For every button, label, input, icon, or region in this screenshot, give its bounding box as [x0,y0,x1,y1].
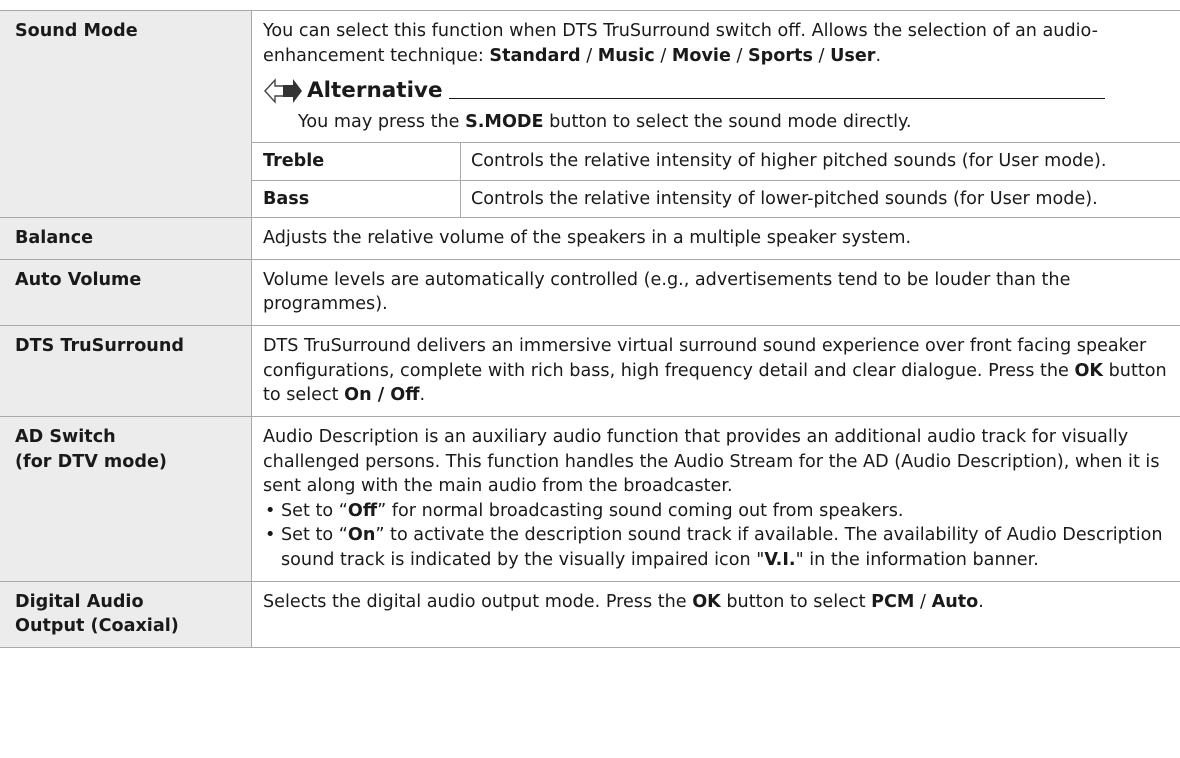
table-row-auto-volume: Auto Volume Volume levels are automatica… [0,258,1180,327]
alternative-header: Alternative [263,74,1170,108]
auto-volume-description: Volume levels are automatically controll… [251,258,1180,327]
table-row-dts-trusurround: DTS TruSurround DTS TruSurround delivers… [0,325,1180,417]
treble-description: Controls the relative intensity of highe… [460,141,1180,180]
ok-button-ref: OK [1074,360,1104,381]
sound-settings-table: Sound Mode You can select this function … [0,9,1180,648]
auto-volume-label: Auto Volume [0,258,252,327]
sound-mode-description: You can select this function when DTS Tr… [263,21,1098,66]
bullet-icon: • [265,525,276,546]
mode-sports: Sports [748,45,813,66]
subtable-row-treble: Treble Controls the relative intensity o… [252,141,1180,180]
alternative-text: You may press the S.MODE button to selec… [298,112,912,133]
digital-audio-label: Digital Audio Output (Coaxial) [0,580,252,648]
table-row-balance: Balance Adjusts the relative volume of t… [0,217,1180,260]
table-row-sound-mode: Sound Mode You can select this function … [0,9,1180,219]
bullet-icon: • [265,500,276,521]
mode-music: Music [597,45,655,66]
row-label: Sound Mode [0,9,252,219]
ad-switch-options: • Set to “Off” for normal broadcasting so… [263,499,1170,573]
alternative-rule [448,97,1105,99]
list-item: • Set to “Off” for normal broadcasting so… [263,499,1170,524]
mode-user: User [830,45,876,66]
sound-mode-subtable: Treble Controls the relative intensity o… [252,141,1180,218]
alternative-title: Alternative [307,78,443,104]
alternative-note: Alternative You may press the S.MODE but… [252,74,1180,135]
ad-switch-label: AD Switch (for DTV mode) [0,415,252,582]
subtable-row-bass: Bass Controls the relative intensity of … [252,179,1180,218]
dts-description: DTS TruSurround delivers an immersive vi… [251,325,1180,417]
bass-label: Bass [252,179,461,218]
sound-mode-label: Sound Mode [15,21,138,41]
alternative-arrow-icon [264,78,302,105]
list-item: • Set to “On” to activate the description… [265,525,1163,570]
digital-audio-description: Selects the digital audio output mode. P… [251,580,1180,648]
balance-label: Balance [0,217,252,260]
row-description: You can select this function when DTS Tr… [251,9,1180,219]
balance-description: Adjusts the relative volume of the speak… [251,217,1180,260]
manual-page: Sound Mode You can select this function … [0,0,1180,758]
mode-standard: Standard [489,45,581,66]
table-row-ad-switch: AD Switch (for DTV mode) Audio Descripti… [0,415,1180,582]
bass-description: Controls the relative intensity of lower… [460,179,1180,218]
dts-label: DTS TruSurround [0,325,252,417]
ad-switch-description: Audio Description is an auxiliary audio … [251,415,1180,582]
table-row-digital-audio-output: Digital Audio Output (Coaxial) Selects t… [0,580,1180,648]
on-off-value: On / Off [344,385,420,406]
treble-label: Treble [252,141,461,180]
smode-button-ref: S.MODE [465,112,544,133]
mode-movie: Movie [671,45,731,66]
